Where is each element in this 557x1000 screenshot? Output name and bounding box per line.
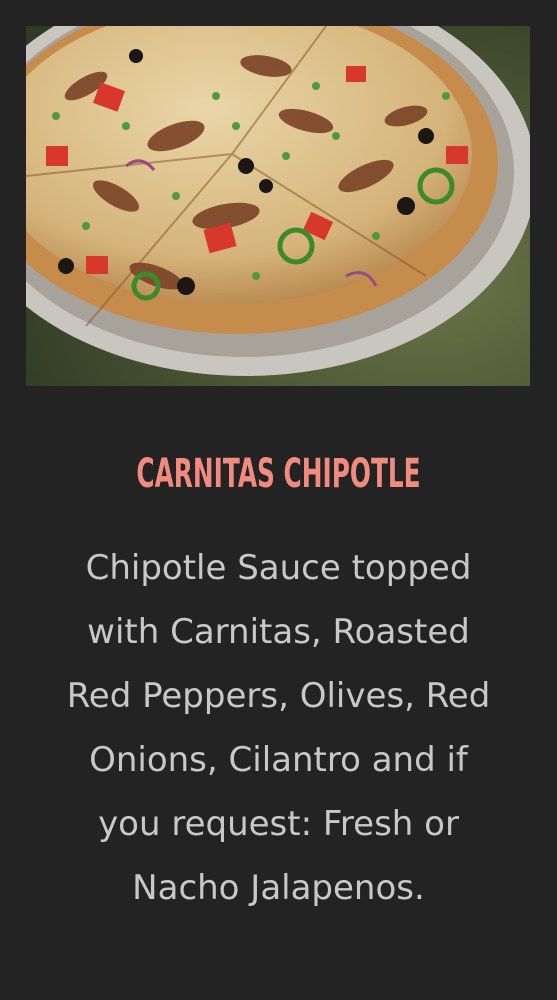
pizza-photo bbox=[26, 26, 530, 386]
menu-item-card: CARNITAS CHIPOTLE Chipotle Sauce topped … bbox=[0, 0, 557, 1000]
menu-item-description: Chipotle Sauce topped with Carnitas, Roa… bbox=[66, 548, 491, 908]
menu-item-title: CARNITAS CHIPOTLE bbox=[136, 451, 421, 497]
